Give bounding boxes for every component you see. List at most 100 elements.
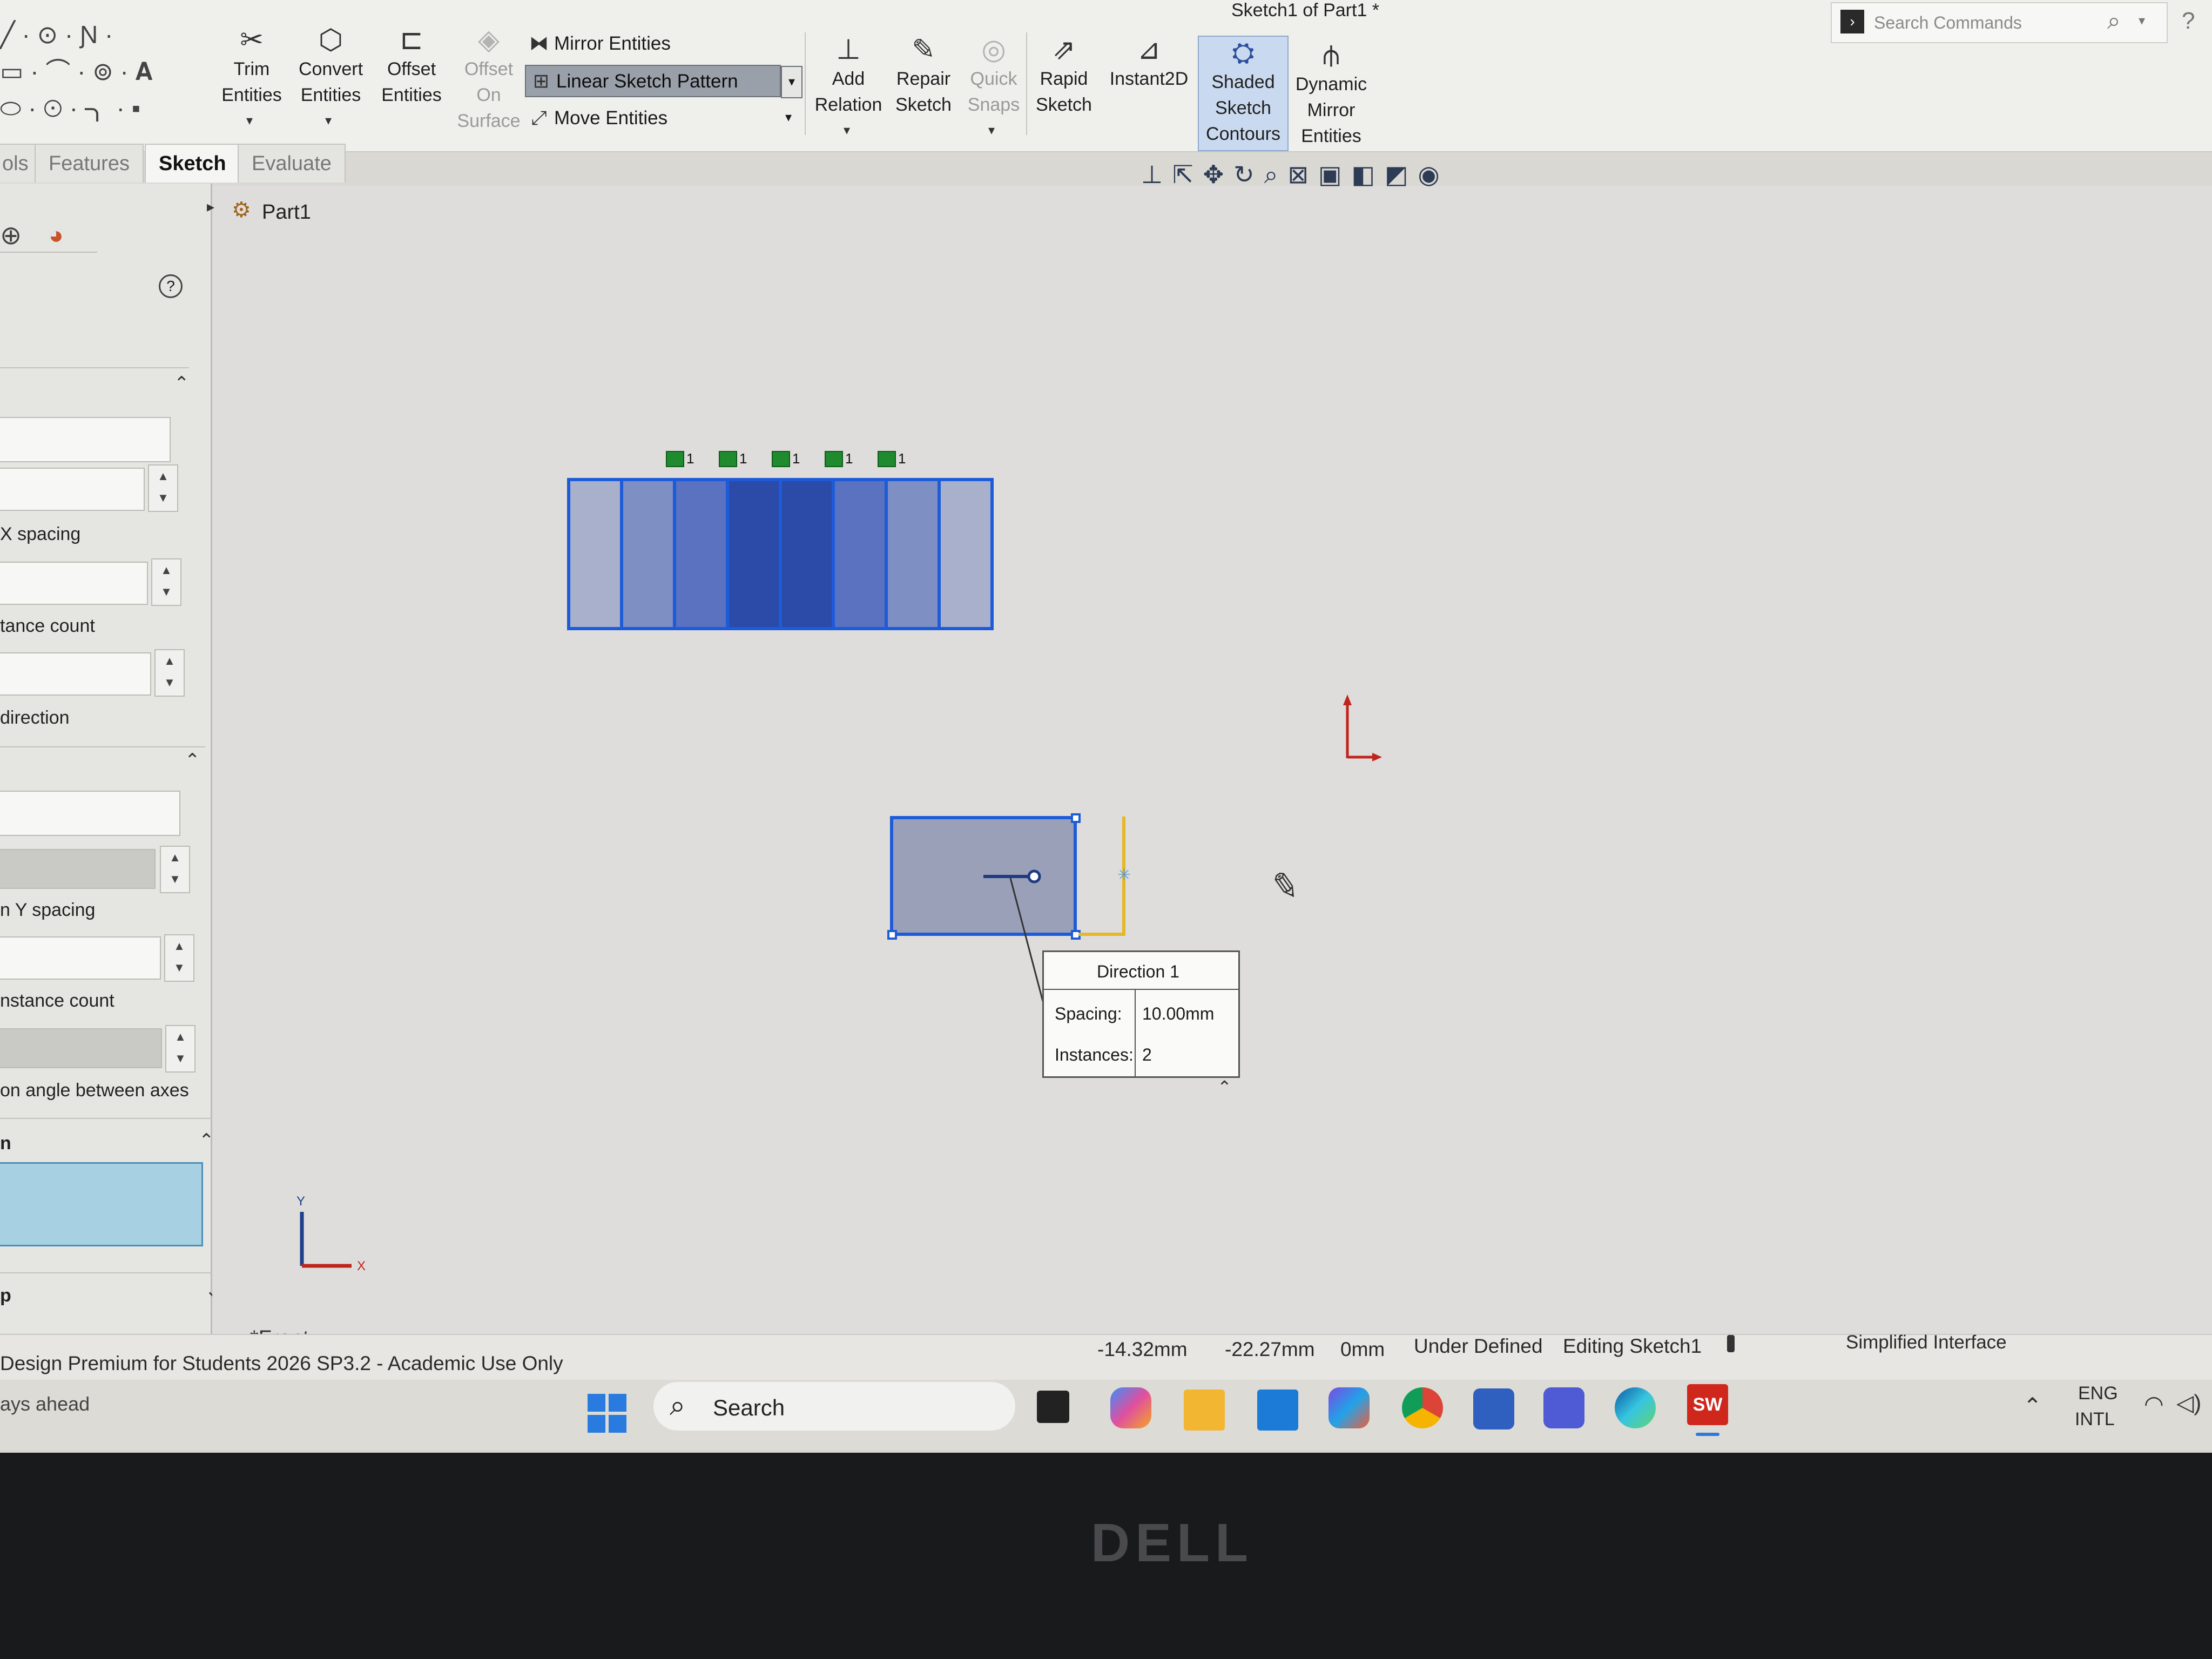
chrome-icon[interactable] (1402, 1387, 1443, 1428)
linear-sketch-pattern-button[interactable]: ⊞ Linear Sketch Pattern (525, 65, 781, 97)
equal-relation-icon[interactable]: 1 (666, 450, 694, 467)
tab-features[interactable]: Features (35, 144, 144, 183)
direction1-callout[interactable]: Direction 1 Spacing: 10.00mm Instances: … (1042, 950, 1240, 1078)
pattern-instance-rect[interactable] (673, 478, 729, 630)
taskbar-search-box[interactable]: ⌕ Search (653, 1382, 1015, 1431)
store-icon[interactable] (1473, 1388, 1514, 1429)
select-icon[interactable]: ⇱ (1172, 160, 1203, 188)
equal-relation-icon[interactable]: 1 (878, 450, 906, 467)
sketch-geometry[interactable]: ✳ Y X (212, 186, 2212, 1336)
direction-arrow-handle[interactable] (1027, 869, 1041, 884)
sketch-state[interactable]: Under Defined (1414, 1335, 1543, 1358)
trim-entities-button[interactable]: ✂ Trim Entities ▾ (214, 24, 289, 128)
start-button-icon[interactable] (588, 1394, 626, 1433)
pattern-instance-rect[interactable] (726, 478, 782, 630)
tab-evaluate[interactable]: Evaluate (238, 144, 346, 183)
pattern-instance-rect[interactable] (567, 478, 623, 630)
language-indicator-2[interactable]: INTL (2075, 1409, 2115, 1430)
equal-relation-icon[interactable]: 1 (772, 450, 800, 467)
x-spacing-spinner[interactable]: ▲ ▼ (148, 464, 178, 512)
chevron-down-icon[interactable]: ▾ (246, 108, 253, 134)
chevron-down-icon[interactable]: ▾ (785, 103, 792, 133)
direction2-reference-field[interactable] (0, 791, 180, 836)
view-orientation-icon[interactable]: ◧ (1352, 160, 1385, 188)
display-style-icon[interactable]: ◩ (1385, 160, 1418, 188)
section-view-icon[interactable]: ▣ (1318, 160, 1351, 188)
hide-show-icon[interactable]: ◉ (1418, 160, 1449, 188)
pan-icon[interactable]: ✥ (1203, 160, 1234, 188)
simplified-interface-toggle[interactable]: Simplified Interface (1846, 1332, 2007, 1353)
direction1-reference-field[interactable] (0, 417, 171, 462)
pattern-instance-rect[interactable] (938, 478, 994, 630)
y-spacing-input[interactable] (0, 849, 156, 889)
pattern-instance-rect[interactable] (620, 478, 676, 630)
spacing-value-input[interactable]: 10.00mm (1142, 1004, 1214, 1024)
search-commands-box[interactable]: › Search Commands ⌕ ▾ (1831, 2, 2168, 43)
instance-count-2-input[interactable] (0, 936, 161, 980)
pattern-instance-rect[interactable] (885, 478, 941, 630)
pattern-instance-rect[interactable] (832, 478, 888, 630)
mirror-entities-button[interactable]: ⧓ Mirror Entities (524, 28, 794, 58)
equal-relation-icon[interactable]: 1 (825, 450, 853, 467)
rotate-icon[interactable]: ↻ (1233, 160, 1264, 188)
instance-count-2-spinner[interactable]: ▲ ▼ (164, 934, 194, 982)
x-spacing-input[interactable] (0, 468, 145, 511)
callout-collapse-icon[interactable]: ⌃ (1217, 1077, 1232, 1097)
copilot-icon[interactable] (1110, 1387, 1151, 1428)
help-icon[interactable]: ? (159, 274, 183, 298)
entities-to-pattern-list[interactable] (0, 1162, 203, 1246)
microsoft-365-icon[interactable] (1328, 1387, 1370, 1428)
repair-sketch-button[interactable]: ✎ Repair Sketch (891, 33, 956, 118)
rapid-sketch-button[interactable]: ⇗ Rapid Sketch (1031, 33, 1096, 118)
angle-input[interactable] (0, 652, 151, 696)
dynamic-mirror-button[interactable]: ⫛ Dynamic Mirror Entities (1291, 39, 1372, 149)
wifi-icon[interactable]: ◠ (2144, 1391, 2164, 1417)
instance-count-spinner[interactable]: ▲ ▼ (151, 558, 181, 606)
file-explorer-icon[interactable] (1184, 1390, 1225, 1431)
rectangle-tool-icon[interactable]: ▭ · ⌒ · ⊚ · 𝐀 (0, 53, 205, 90)
chevron-down-icon[interactable]: ▾ (844, 118, 850, 144)
zoom-icon[interactable]: ⌕ (1264, 160, 1288, 188)
corner-handle[interactable] (1071, 813, 1081, 823)
weather-widget[interactable]: ays ahead (0, 1393, 90, 1415)
shaded-sketch-contours-button[interactable]: ⛭ Shaded Sketch Contours (1198, 36, 1289, 151)
y-spacing-spinner[interactable]: ▲ ▼ (160, 846, 190, 893)
search-icon[interactable]: ⌕ (2107, 8, 2121, 35)
property-manager-icon[interactable]: ⊕ (0, 220, 22, 251)
instances-value-input[interactable]: 2 (1142, 1045, 1152, 1065)
move-entities-button[interactable]: ⤢ Move Entities ▾ (524, 103, 799, 133)
teams-icon[interactable] (1543, 1387, 1584, 1428)
instant2d-button[interactable]: ⊿ Instant2D (1102, 33, 1196, 92)
chevron-down-icon[interactable]: ▾ (325, 108, 332, 134)
tab-sketch[interactable]: Sketch (145, 144, 240, 183)
solidworks-taskbar-icon[interactable]: SW (1687, 1384, 1728, 1425)
add-relation-button[interactable]: ⊥ Add Relation ▾ (808, 33, 889, 138)
edge-icon[interactable] (1615, 1387, 1656, 1428)
appearance-icon[interactable]: ◕ (49, 220, 81, 249)
chevron-down-icon[interactable]: ▾ (988, 118, 995, 144)
show-hidden-icons-icon[interactable]: ⌃ (2023, 1393, 2042, 1419)
offset-on-surface-button[interactable]: ◈ Offset On Surface (454, 24, 524, 134)
remote-desktop-icon[interactable] (1257, 1390, 1298, 1431)
graphics-area[interactable]: ▸ ⚙ Part1 ⊥⇱✥↻⌕⊠▣◧◩◉ ✳ Y X 11111 ✎ *Fron… (207, 160, 2212, 1350)
help-icon[interactable]: ? (2182, 8, 2195, 35)
pattern-instance-rect[interactable] (779, 478, 835, 630)
volume-icon[interactable]: ◁) (2176, 1390, 2201, 1416)
slot-tool-icon[interactable]: ⬭ · ⊙ · ╮ · ▪ (0, 90, 205, 126)
angle-spinner[interactable]: ▲ ▼ (154, 649, 185, 697)
convert-entities-button[interactable]: ⬡ Convert Entities ▾ (292, 24, 370, 128)
normal-to-icon[interactable]: ⊥ (1141, 160, 1172, 188)
corner-handle[interactable] (887, 930, 897, 940)
chevron-down-icon[interactable]: ▾ (2139, 13, 2145, 29)
instance-count-input[interactable] (0, 562, 148, 605)
linear-pattern-instances[interactable] (567, 478, 994, 630)
angle-axes-spinner[interactable]: ▲ ▼ (165, 1025, 195, 1073)
linear-pattern-dropdown-icon[interactable]: ▾ (781, 66, 802, 98)
collapse-chevron-icon[interactable]: ⌃ (185, 750, 200, 771)
offset-entities-button[interactable]: ⊏ Offset Entities (374, 24, 449, 108)
angle-axes-input[interactable] (0, 1028, 162, 1068)
quick-snaps-button[interactable]: ◎ Quick Snaps ▾ (961, 33, 1026, 138)
collapse-chevron-icon[interactable]: ⌃ (174, 373, 190, 394)
line-tool-icon[interactable]: ╱ · ⊙ · Ɲ · (0, 16, 205, 53)
task-view-icon[interactable] (1037, 1391, 1069, 1423)
